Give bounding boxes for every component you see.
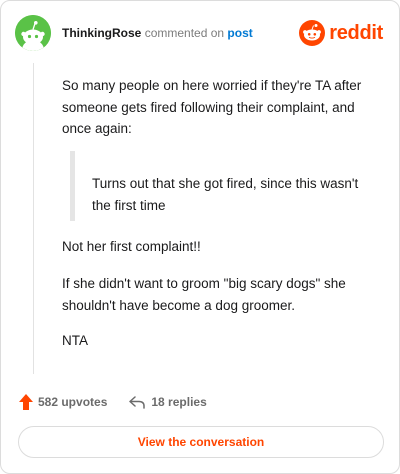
blockquote-text: Turns out that she got fired, since this… <box>92 176 359 213</box>
username-link[interactable]: ThinkingRose <box>62 26 141 40</box>
upvote-arrow-icon <box>19 394 33 410</box>
comment-card: ThinkingRose commented on post reddit So… <box>0 0 400 474</box>
blockquote: Turns out that she got fired, since this… <box>70 151 370 221</box>
comment-paragraph: NTA <box>62 333 88 348</box>
comment-meta: ThinkingRose commented on post <box>62 26 253 41</box>
comment-footer: 582 upvotes 18 replies <box>19 392 207 412</box>
reddit-wordmark: reddit <box>329 21 383 44</box>
reply-arrow-icon <box>129 395 146 409</box>
replies-button[interactable]: 18 replies <box>129 395 207 409</box>
snoo-avatar-icon[interactable] <box>15 15 51 51</box>
upvote-button[interactable]: 582 upvotes <box>19 394 107 410</box>
comment-paragraph: If she didn't want to groom "big scary d… <box>62 276 346 313</box>
reply-count: 18 replies <box>151 395 207 409</box>
post-link[interactable]: post <box>227 26 252 40</box>
view-conversation-button[interactable]: View the conversation <box>18 426 384 458</box>
upvote-count: 582 upvotes <box>38 395 108 409</box>
action-text: commented on <box>144 26 225 40</box>
reddit-logo[interactable]: reddit <box>299 19 383 47</box>
comment-paragraph: Not her first complaint!! <box>62 239 201 254</box>
comment-header: ThinkingRose commented on post reddit <box>15 15 385 51</box>
thread-line <box>33 63 34 374</box>
comment-paragraph: So many people on here worried if they'r… <box>62 78 362 136</box>
reddit-logo-icon <box>299 20 326 46</box>
